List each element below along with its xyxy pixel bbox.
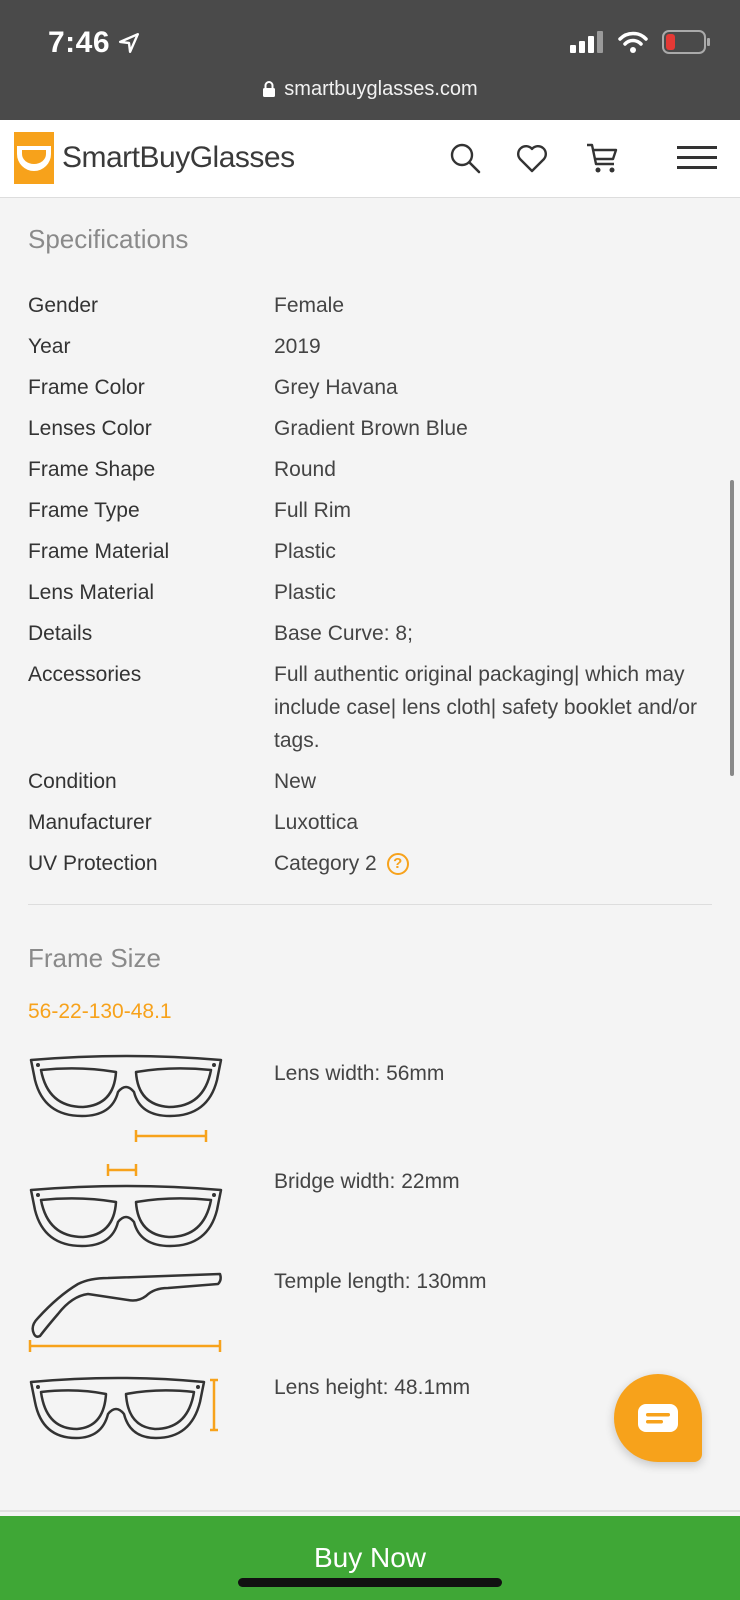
temple-length-label: Temple length: 130mm [274, 1270, 487, 1293]
bottom-divider [0, 1510, 740, 1512]
site-logo[interactable]: SmartBuyGlasses [14, 132, 295, 184]
specifications-table: Gender Female Year 2019 Frame Color Grey… [28, 289, 712, 880]
temple-length-icon [28, 1272, 222, 1352]
lens-width-label: Lens width: 56mm [274, 1062, 445, 1085]
spec-label: Frame Type [28, 499, 140, 522]
spec-value: Base Curve: 8; [274, 622, 413, 645]
spec-label: Manufacturer [28, 811, 152, 834]
url-text: smartbuyglasses.com [284, 78, 478, 100]
search-icon [450, 143, 481, 174]
hamburger-menu-icon [677, 146, 717, 169]
location-arrow-icon [118, 32, 140, 54]
spec-row: Lens Material Plastic [28, 576, 712, 609]
buy-now-button[interactable]: Buy Now [0, 1516, 740, 1600]
spec-value: Plastic [274, 540, 336, 563]
spec-label: Year [28, 335, 71, 358]
wifi-icon [618, 31, 648, 53]
spec-row: Frame Color Grey Havana [28, 371, 712, 404]
frame-size-code: 56-22-130-48.1 [28, 1000, 172, 1023]
spec-value: Grey Havana [274, 376, 398, 399]
specifications-title: Specifications [28, 224, 189, 254]
status-bar: 7:46 smartbuyglasses.com [0, 0, 740, 120]
site-header: SmartBuyGlasses [0, 120, 740, 198]
spec-value: Female [274, 294, 345, 317]
battery-icon [662, 30, 710, 54]
lens-width-icon [29, 1054, 223, 1142]
spec-value: Round [274, 458, 336, 481]
spec-value: 2019 [274, 335, 321, 358]
spec-row: Frame Type Full Rim [28, 494, 712, 527]
frame-size-item: Lens width: 56mm [28, 1050, 712, 1158]
spec-row: Manufacturer Luxottica [28, 806, 712, 839]
scrollbar[interactable] [730, 480, 734, 776]
spec-row: UV Protection Category 2? [28, 847, 712, 880]
status-time: 7:46 [48, 26, 111, 59]
chat-button[interactable] [614, 1374, 702, 1462]
frame-size-item: Temple length: 130mm [28, 1266, 712, 1374]
spec-label: UV Protection [28, 852, 158, 875]
spec-row: Details Base Curve: 8; [28, 617, 712, 650]
home-indicator[interactable] [238, 1578, 502, 1587]
section-divider [28, 904, 712, 905]
wishlist-button[interactable] [512, 138, 552, 178]
bridge-width-icon [29, 1164, 223, 1248]
lens-height-icon [29, 1376, 218, 1440]
spec-row: Condition New [28, 765, 712, 798]
spec-label: Lenses Color [28, 417, 152, 440]
signal-icon [570, 31, 603, 53]
spec-label: Lens Material [28, 581, 155, 604]
spec-row: Lenses Color Gradient Brown Blue [28, 412, 712, 445]
chat-icon [638, 1404, 678, 1432]
spec-value: New [274, 770, 317, 793]
spec-value: Luxottica [274, 811, 359, 834]
spec-value: Plastic [274, 581, 336, 604]
spec-row: Frame Material Plastic [28, 535, 712, 568]
spec-label: Frame Material [28, 540, 170, 563]
frame-size-item: Bridge width: 22mm [28, 1158, 712, 1266]
spec-label: Frame Color [28, 376, 145, 399]
spec-label: Details [28, 622, 93, 645]
search-button[interactable] [445, 138, 485, 178]
menu-button[interactable] [676, 138, 718, 178]
spec-label: Gender [28, 294, 99, 317]
spec-row: Accessories Full authentic original pack… [28, 658, 712, 757]
spec-label: Condition [28, 770, 117, 793]
spec-value: Category 2? [274, 847, 712, 880]
spec-row: Gender Female [28, 289, 712, 322]
spec-value: Full authentic original packaging| which… [274, 663, 697, 752]
help-question-icon[interactable]: ? [386, 853, 409, 875]
heart-icon [517, 145, 547, 173]
address-bar[interactable]: smartbuyglasses.com [0, 78, 740, 101]
logo-glasses-icon [14, 132, 54, 184]
lens-height-label: Lens height: 48.1mm [274, 1376, 471, 1399]
spec-label: Accessories [28, 663, 142, 686]
cart-button[interactable] [582, 138, 622, 178]
uv-protection-value: Category 2 [274, 852, 377, 875]
cart-icon [587, 143, 618, 173]
spec-value: Gradient Brown Blue [274, 417, 468, 440]
frame-size-list: Lens width: 56mm Bridge width: 22mm Temp… [28, 1050, 712, 1482]
spec-row: Frame Shape Round [28, 453, 712, 486]
frame-size-item: Lens height: 48.1mm [28, 1374, 712, 1482]
bridge-width-label: Bridge width: 22mm [274, 1170, 460, 1193]
logo-text: SmartBuyGlasses [62, 141, 295, 174]
lock-icon [263, 81, 276, 97]
product-details: Specifications Gender Female Year 2019 F… [28, 198, 712, 1482]
frame-size-title: Frame Size [28, 943, 161, 973]
spec-row: Year 2019 [28, 330, 712, 363]
spec-value: Full Rim [274, 499, 351, 522]
spec-label: Frame Shape [28, 458, 156, 481]
